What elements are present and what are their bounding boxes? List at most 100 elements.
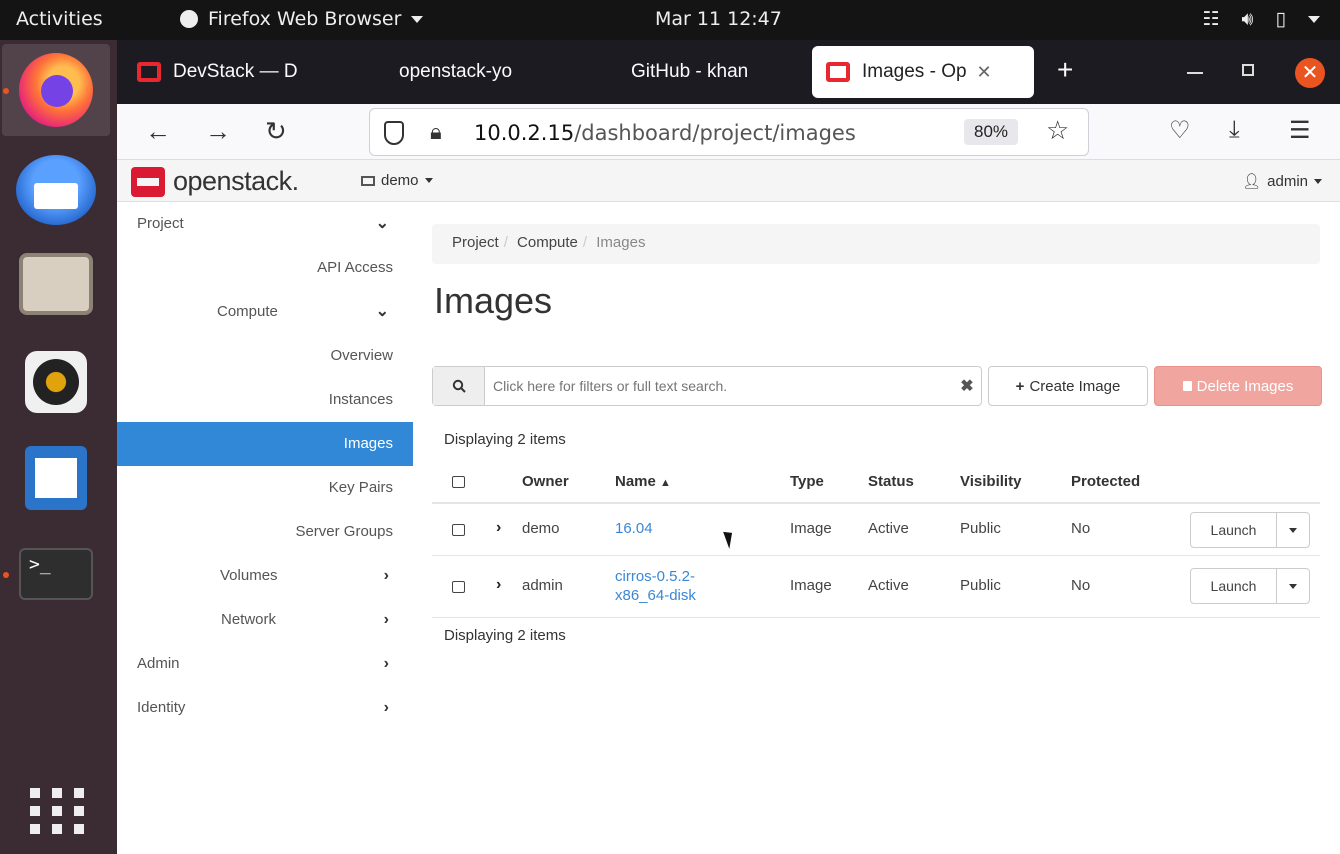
tab-label: openstack-yo (399, 61, 513, 82)
tab-github[interactable]: GitHub - khan (617, 46, 797, 98)
tab-label: DevStack — D (173, 61, 298, 82)
forward-icon[interactable]: → (205, 116, 231, 147)
zoom-level[interactable]: 80% (964, 119, 1019, 145)
clock[interactable]: Mar 11 12:47 (655, 8, 782, 30)
volume-icon: 🔊︎ (1241, 8, 1254, 30)
sidebar-item-project[interactable]: Project ⌄ (117, 202, 413, 246)
column-name[interactable]: Name ▲ (615, 473, 671, 490)
search-icon[interactable] (433, 367, 485, 405)
dock-rhythmbox[interactable] (2, 336, 110, 428)
expand-row-icon[interactable]: › (496, 576, 501, 594)
sidebar-item-overview[interactable]: Overview (117, 334, 413, 378)
breadcrumb: Project / Compute / Images (432, 224, 1320, 264)
breadcrumb-compute[interactable]: Compute (517, 234, 578, 251)
menu-icon[interactable]: ☰ (1289, 116, 1311, 145)
dock-writer[interactable] (2, 432, 110, 524)
sidebar-item-api-access[interactable]: API Access (117, 246, 413, 290)
pocket-icon[interactable]: ♡ (1169, 116, 1191, 145)
running-indicator (3, 572, 9, 578)
chevron-right-icon: › (383, 611, 389, 628)
project-selector[interactable]: demo (361, 172, 433, 189)
maximize-icon[interactable] (1242, 64, 1254, 76)
sidebar-item-network[interactable]: Network › (117, 598, 413, 642)
column-status[interactable]: Status (868, 473, 914, 490)
sidebar-item-label: Identity (137, 699, 186, 716)
sidebar-item-key-pairs[interactable]: Key Pairs (117, 466, 413, 510)
minimize-icon[interactable] (1187, 72, 1203, 74)
plus-icon: + (1015, 377, 1025, 395)
chevron-right-icon: › (383, 655, 389, 672)
url-text[interactable]: 10.0.2.15/dashboard/project/images (474, 121, 856, 145)
project-icon (361, 175, 375, 186)
activities-button[interactable]: Activities (16, 8, 103, 30)
row-checkbox[interactable] (452, 524, 465, 536)
sidebar-item-compute[interactable]: Compute ⌄ (117, 290, 413, 334)
chevron-down-icon (411, 15, 424, 23)
close-window-icon[interactable]: ✕ (1295, 58, 1325, 88)
column-type[interactable]: Type (790, 473, 824, 490)
firefox-small-icon (180, 10, 198, 28)
reload-icon[interactable]: ↻ (265, 116, 287, 147)
cell-protected: No (1071, 577, 1091, 594)
bookmark-star-icon[interactable]: ☆ (1046, 115, 1069, 146)
chevron-right-icon: › (383, 567, 389, 584)
sidebar-item-label: Compute (217, 303, 278, 320)
search-input[interactable] (485, 367, 953, 405)
user-menu[interactable]: 👤︎ admin (1242, 172, 1322, 190)
show-apps-icon[interactable] (30, 788, 84, 834)
nav-bar: ← → ↻ 🔒︎ 10.0.2.15/dashboard/project/ima… (117, 104, 1340, 160)
launch-button[interactable]: Launch (1191, 513, 1277, 547)
row-actions-dropdown[interactable] (1277, 513, 1309, 547)
tab-devstack[interactable]: DevStack — D (123, 46, 345, 98)
cell-protected: No (1071, 520, 1091, 537)
close-tab-icon[interactable]: ✕ (977, 62, 992, 83)
downloads-icon[interactable]: ⤓ (1229, 116, 1240, 144)
new-tab-icon[interactable]: + (1057, 54, 1073, 86)
chevron-down-icon (1314, 178, 1322, 184)
clear-search-icon[interactable]: ✖ (953, 367, 981, 405)
tab-images[interactable]: Images - Op ✕ (812, 46, 1034, 98)
openstack-logo[interactable]: openstack. (131, 166, 299, 197)
column-owner[interactable]: Owner (522, 473, 569, 490)
chevron-down-icon: ⌄ (375, 303, 389, 320)
insecure-lock-icon[interactable]: 🔒︎ (430, 119, 442, 145)
column-visibility[interactable]: Visibility (960, 473, 1021, 490)
cell-owner: demo (522, 520, 560, 537)
sidebar-item-identity[interactable]: Identity › (117, 686, 413, 730)
tab-openstack-yo[interactable]: openstack-yo (385, 46, 565, 98)
row-checkbox[interactable] (452, 581, 465, 593)
select-all-checkbox[interactable] (452, 476, 465, 488)
dock-files[interactable] (2, 238, 110, 330)
image-name-link[interactable]: cirros-0.5.2- x86_64-disk (615, 567, 696, 605)
image-name-link[interactable]: 16.04 (615, 520, 653, 537)
launch-button[interactable]: Launch (1191, 569, 1277, 603)
sidebar-item-label: Admin (137, 655, 180, 672)
url-bar[interactable]: 🔒︎ 10.0.2.15/dashboard/project/images 80… (369, 108, 1089, 156)
column-protected[interactable]: Protected (1071, 473, 1140, 490)
sidebar-item-admin[interactable]: Admin › (117, 642, 413, 686)
sidebar-item-volumes[interactable]: Volumes › (117, 554, 413, 598)
delete-images-button[interactable]: Delete Images (1154, 366, 1322, 406)
expand-row-icon[interactable]: › (496, 519, 501, 537)
dock-thunderbird[interactable] (2, 144, 110, 236)
create-image-label: Create Image (1029, 377, 1121, 395)
sidebar-item-images[interactable]: Images (117, 422, 413, 466)
dock-firefox[interactable] (2, 44, 110, 136)
app-menu[interactable]: Firefox Web Browser (180, 8, 424, 30)
create-image-button[interactable]: + Create Image (988, 366, 1148, 406)
cell-visibility: Public (960, 577, 1001, 594)
shield-icon[interactable] (384, 121, 404, 145)
app-menu-label: Firefox Web Browser (208, 8, 402, 30)
system-tray[interactable]: ☷ 🔊︎ ▯ (1203, 8, 1320, 30)
delete-images-label: Delete Images (1196, 377, 1294, 395)
trash-icon (1182, 381, 1192, 391)
sidebar-item-server-groups[interactable]: Server Groups (117, 510, 413, 554)
user-name: admin (1267, 172, 1308, 190)
back-icon[interactable]: ← (145, 116, 171, 147)
row-actions-dropdown[interactable] (1277, 569, 1309, 603)
dock-terminal[interactable]: >_ (2, 528, 110, 620)
breadcrumb-project[interactable]: Project (452, 234, 499, 251)
chevron-right-icon: › (383, 699, 389, 716)
system-top-bar: Activities Firefox Web Browser Mar 11 12… (0, 0, 1340, 40)
sidebar-item-instances[interactable]: Instances (117, 378, 413, 422)
